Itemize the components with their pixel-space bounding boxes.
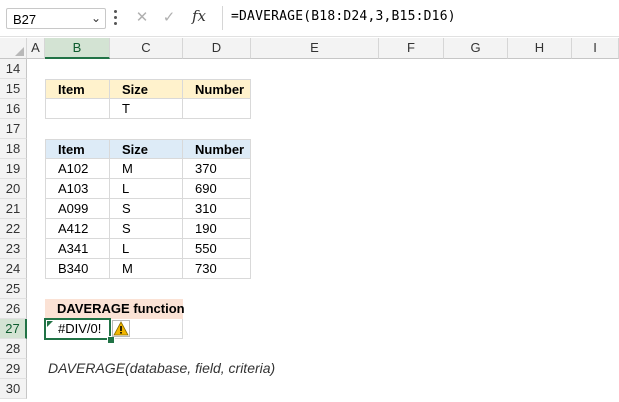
table-cell[interactable]: A341 <box>45 239 110 259</box>
warning-triangle-icon[interactable] <box>112 320 130 337</box>
table-cell[interactable]: M <box>110 259 183 279</box>
column-header-b[interactable]: B <box>45 38 110 59</box>
table-cell[interactable]: 550 <box>183 239 251 259</box>
row-header-16[interactable]: 16 <box>0 99 27 119</box>
row-header-15[interactable]: 15 <box>0 79 27 99</box>
table-cell[interactable]: M <box>110 159 183 179</box>
column-header-e[interactable]: E <box>251 38 379 59</box>
row-header-26[interactable]: 26 <box>0 299 27 319</box>
name-box[interactable]: B27 ⌄ <box>6 8 106 29</box>
row-header-22[interactable]: 22 <box>0 219 27 239</box>
criteria-size-cell[interactable]: T <box>110 99 183 119</box>
table-cell[interactable]: 690 <box>183 179 251 199</box>
row-header-24[interactable]: 24 <box>0 259 27 279</box>
row-header-19[interactable]: 19 <box>0 159 27 179</box>
row-header-30[interactable]: 30 <box>0 379 27 399</box>
formula-bar: B27 ⌄ ✕ ✓ fx =DAVERAGE(B18:D24,3,B15:D16… <box>0 0 619 37</box>
table-cell[interactable]: 370 <box>183 159 251 179</box>
row-header-14[interactable]: 14 <box>0 59 27 79</box>
table-cell[interactable]: A103 <box>45 179 110 199</box>
chevron-down-icon[interactable]: ⌄ <box>91 11 101 25</box>
active-cell-selection[interactable] <box>44 318 111 340</box>
table-cell[interactable]: L <box>110 239 183 259</box>
cancel-x-icon[interactable]: ✕ <box>133 9 151 27</box>
table-cell[interactable]: A099 <box>45 199 110 219</box>
row-header-23[interactable]: 23 <box>0 239 27 259</box>
row-header-17[interactable]: 17 <box>0 119 27 139</box>
column-header-a[interactable]: A <box>27 38 45 59</box>
confirm-check-icon[interactable]: ✓ <box>160 9 178 27</box>
name-box-value: B27 <box>13 12 37 27</box>
row-header-25[interactable]: 25 <box>0 279 27 299</box>
table-cell[interactable]: S <box>110 219 183 239</box>
table-cell[interactable]: A102 <box>45 159 110 179</box>
column-header-d[interactable]: D <box>183 38 251 59</box>
column-header-c[interactable]: C <box>110 38 183 59</box>
column-header-f[interactable]: F <box>379 38 444 59</box>
result-label-cell[interactable]: DAVERAGE function <box>45 299 185 319</box>
criteria-header-item[interactable]: Item <box>45 79 110 99</box>
table-cell[interactable]: S <box>110 199 183 219</box>
row-header-21[interactable]: 21 <box>0 199 27 219</box>
data-header-size[interactable]: Size <box>110 139 183 159</box>
criteria-item-cell[interactable] <box>45 99 110 119</box>
formula-text: =DAVERAGE(B18:D24,3,B15:D16) <box>231 9 456 24</box>
criteria-number-cell[interactable] <box>183 99 251 119</box>
formula-input[interactable]: =DAVERAGE(B18:D24,3,B15:D16) <box>222 6 619 30</box>
table-cell[interactable]: 730 <box>183 259 251 279</box>
table-cell[interactable]: B340 <box>45 259 110 279</box>
table-cell[interactable]: 310 <box>183 199 251 219</box>
table-cell[interactable]: 190 <box>183 219 251 239</box>
data-header-number[interactable]: Number <box>183 139 251 159</box>
table-cell[interactable]: A412 <box>45 219 110 239</box>
data-header-item[interactable]: Item <box>45 139 110 159</box>
syntax-note: DAVERAGE(database, field, criteria) <box>48 360 276 376</box>
more-options-icon[interactable] <box>114 10 118 26</box>
row-header-29[interactable]: 29 <box>0 359 27 379</box>
criteria-header-number[interactable]: Number <box>183 79 251 99</box>
select-all-corner[interactable] <box>0 38 27 59</box>
row-header-20[interactable]: 20 <box>0 179 27 199</box>
column-header-i[interactable]: I <box>572 38 619 59</box>
table-cell[interactable]: L <box>110 179 183 199</box>
column-header-g[interactable]: G <box>444 38 508 59</box>
column-header-h[interactable]: H <box>508 38 572 59</box>
insert-function-fx-icon[interactable]: fx <box>192 7 206 25</box>
row-header-28[interactable]: 28 <box>0 339 27 359</box>
criteria-header-size[interactable]: Size <box>110 79 183 99</box>
worksheet-grid[interactable]: Item Size Number T Item Size Number A102… <box>27 59 619 402</box>
row-header-18[interactable]: 18 <box>0 139 27 159</box>
row-header-27[interactable]: 27 <box>0 319 27 339</box>
